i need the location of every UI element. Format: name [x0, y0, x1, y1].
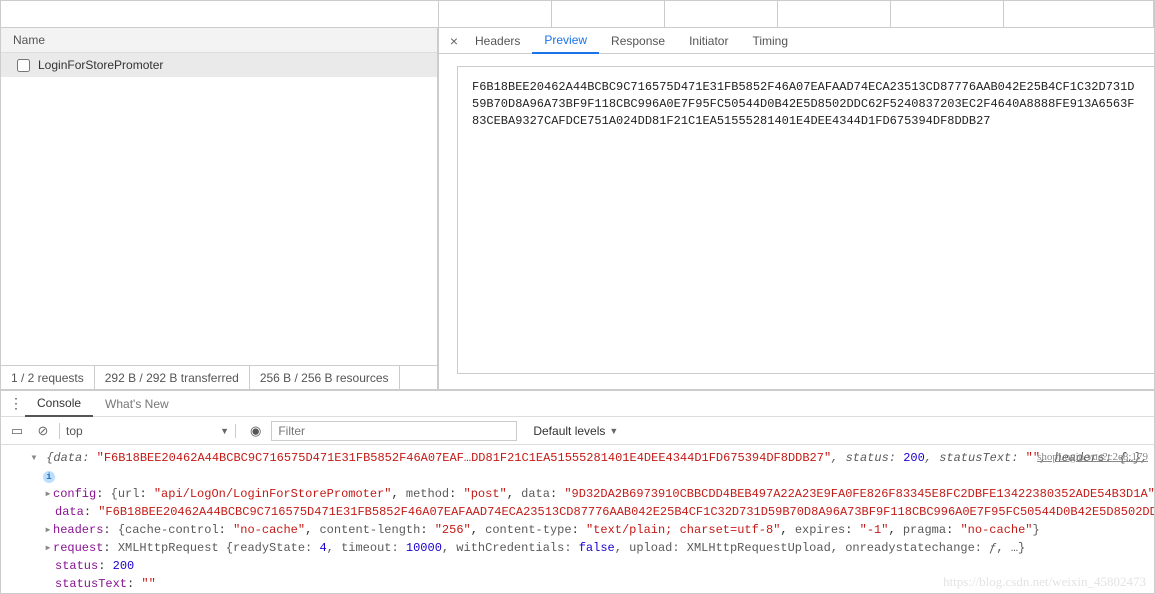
- request-list-status-bar: 1 / 2 requests 292 B / 292 B transferred…: [1, 365, 437, 389]
- detail-tabs: × Headers Preview Response Initiator Tim…: [439, 28, 1154, 54]
- tab-preview[interactable]: Preview: [532, 28, 599, 54]
- live-expression-icon[interactable]: ◉: [246, 423, 265, 439]
- status-requests-count: 1 / 2 requests: [1, 366, 95, 390]
- status-transferred: 292 B / 292 B transferred: [95, 366, 250, 390]
- clear-console-icon[interactable]: ⊘: [33, 423, 53, 439]
- expand-toggle-icon[interactable]: [43, 485, 53, 503]
- response-preview-content[interactable]: F6B18BEE20462A44BCBC9C716575D471E31FB585…: [457, 66, 1154, 374]
- message-source-link[interactable]: shopLogin.vue?c2e8:179: [1037, 449, 1148, 466]
- expand-toggle-icon[interactable]: [29, 449, 39, 467]
- expand-toggle-icon[interactable]: [43, 539, 53, 557]
- network-request-list-panel: Name LoginForStorePromoter 1 / 2 request…: [1, 28, 439, 389]
- close-icon[interactable]: ×: [445, 33, 463, 49]
- console-drawer: ⋮ Console What's New ▭ ⊘ top ▼ ◉ Default…: [1, 389, 1154, 593]
- request-row-name: LoginForStorePromoter: [38, 58, 163, 72]
- console-toolbar: ▭ ⊘ top ▼ ◉ Default levels ▼: [1, 417, 1154, 445]
- console-sidebar-toggle-icon[interactable]: ▭: [7, 423, 27, 439]
- chevron-down-icon: ▼: [220, 426, 229, 436]
- request-row-loginforstorepromoter[interactable]: LoginForStorePromoter: [1, 53, 437, 77]
- tab-initiator[interactable]: Initiator: [677, 28, 740, 54]
- chevron-down-icon: ▼: [609, 426, 618, 436]
- log-levels-selector[interactable]: Default levels ▼: [533, 424, 618, 438]
- network-detail-panel: × Headers Preview Response Initiator Tim…: [439, 28, 1154, 389]
- console-messages[interactable]: shopLogin.vue?c2e8:179 {data: "F6B18BEE2…: [1, 445, 1154, 593]
- console-filter-input[interactable]: [271, 421, 517, 441]
- request-list-header-name[interactable]: Name: [1, 28, 437, 53]
- tab-timing[interactable]: Timing: [740, 28, 800, 54]
- status-resources: 256 B / 256 B resources: [250, 366, 400, 390]
- tab-headers[interactable]: Headers: [463, 28, 532, 54]
- tab-console[interactable]: Console: [25, 391, 93, 417]
- network-toolbar-strip: [1, 1, 1154, 28]
- tab-whats-new[interactable]: What's New: [93, 391, 181, 417]
- execution-context-selector[interactable]: top: [66, 424, 83, 438]
- drawer-menu-icon[interactable]: ⋮: [7, 395, 25, 412]
- request-row-checkbox[interactable]: [17, 59, 30, 72]
- tab-response[interactable]: Response: [599, 28, 677, 54]
- info-icon: i: [43, 471, 55, 483]
- expand-toggle-icon[interactable]: [43, 521, 53, 539]
